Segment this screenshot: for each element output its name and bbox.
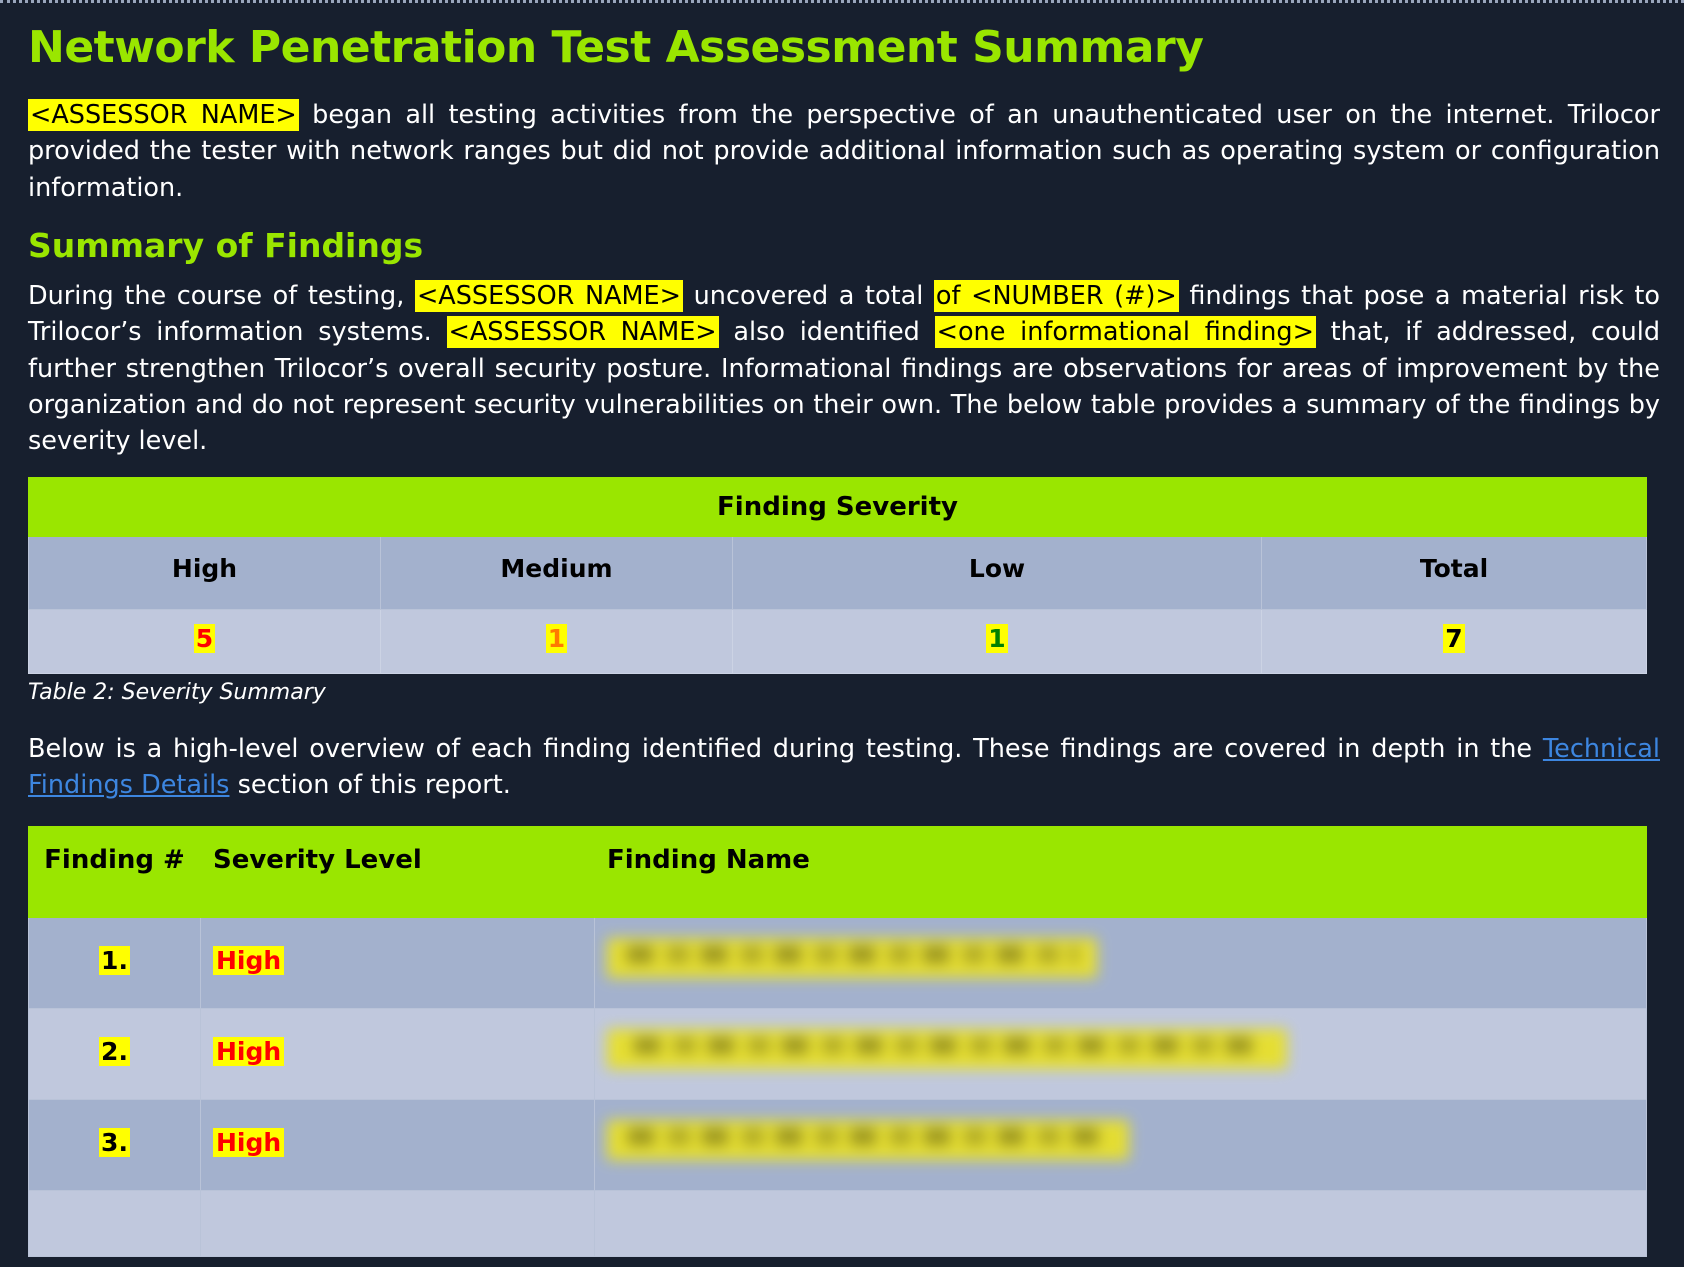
- table-row[interactable]: 2. High: [28, 1007, 1647, 1100]
- assessor-name-placeholder: <ASSESSOR NAME>: [28, 99, 299, 132]
- assessor-name-placeholder-3: <ASSESSOR NAME>: [446, 316, 719, 349]
- finding-name-cell: [594, 1189, 1647, 1257]
- finding-severity-cell: High: [200, 916, 595, 1009]
- severity-table-column-header-row: High Medium Low Total: [28, 536, 1647, 611]
- overview-text-1: Below is a high-level overview of each f…: [28, 734, 1543, 765]
- finding-number-cell: [28, 1189, 201, 1257]
- finding-severity-cell: High: [200, 1098, 595, 1191]
- overview-text-2: section of this report.: [229, 770, 511, 801]
- finding-name-redacted: [607, 1119, 1129, 1160]
- severity-summary-table: Finding Severity High Medium Low Total 5…: [28, 477, 1647, 675]
- finding-number: 2.: [99, 1037, 130, 1067]
- severity-column-high: High: [28, 536, 381, 611]
- findings-column-severity-level: Severity Level: [200, 825, 595, 918]
- finding-number: 3.: [99, 1128, 130, 1158]
- intro-paragraph: <ASSESSOR NAME> began all testing activi…: [28, 97, 1660, 206]
- severity-column-medium: Medium: [380, 536, 733, 611]
- severity-table-caption: Table 2: Severity Summary: [28, 680, 326, 706]
- finding-name-cell: [594, 1098, 1647, 1191]
- finding-number-cell: 2.: [28, 1007, 201, 1100]
- findings-table-body: 1. High 2. High 3. High: [28, 916, 1647, 1257]
- severity-table-values-row: 5 1 1 7: [28, 609, 1647, 675]
- number-placeholder: of <NUMBER (#)>: [933, 280, 1179, 313]
- severity-value-total: 7: [1443, 624, 1465, 654]
- severity-value-high-cell: 5: [28, 609, 381, 675]
- severity-value-medium: 1: [545, 624, 568, 654]
- finding-name-redacted: [607, 1028, 1287, 1069]
- finding-severity-badge: High: [213, 1037, 285, 1067]
- table-row[interactable]: 1. High: [28, 916, 1647, 1009]
- severity-table-group-header: Finding Severity: [28, 477, 1647, 538]
- findings-column-finding-label: Finding #: [44, 844, 185, 875]
- assessor-name-placeholder-2: <ASSESSOR NAME>: [414, 280, 684, 313]
- finding-severity-badge: High: [213, 1128, 285, 1158]
- overview-paragraph: Below is a high-level overview of each f…: [28, 731, 1660, 803]
- severity-value-low: 1: [986, 624, 1008, 654]
- findings-column-finding-name: Finding Name: [594, 825, 1647, 918]
- finding-name-redacted: [607, 937, 1097, 978]
- findings-text-2: uncovered a total: [683, 281, 934, 312]
- severity-value-high: 5: [193, 624, 216, 654]
- severity-column-low: Low: [732, 536, 1262, 611]
- finding-number-cell: 1.: [28, 916, 201, 1009]
- table-row[interactable]: 3. High: [28, 1098, 1647, 1191]
- findings-paragraph: During the course of testing, <ASSESSOR …: [28, 278, 1660, 459]
- finding-severity-cell: [200, 1189, 595, 1257]
- page-title: Network Penetration Test Assessment Summ…: [28, 22, 1204, 73]
- findings-overview-table: Finding # Severity Level Finding Name 1.…: [28, 825, 1647, 1257]
- finding-number: 1.: [99, 946, 130, 976]
- section-heading-summary-of-findings: Summary of Findings: [28, 225, 424, 265]
- finding-number-cell: 3.: [28, 1098, 201, 1191]
- severity-value-total-cell: 7: [1261, 609, 1647, 675]
- informational-finding-placeholder: <one informational finding>: [934, 316, 1316, 349]
- severity-value-low-cell: 1: [732, 609, 1262, 675]
- table-row[interactable]: [28, 1189, 1647, 1257]
- severity-value-medium-cell: 1: [380, 609, 733, 675]
- finding-name-cell: [594, 916, 1647, 1009]
- finding-name-cell: [594, 1007, 1647, 1100]
- findings-table-header-row: Finding # Severity Level Finding Name: [28, 825, 1647, 918]
- finding-severity-badge: High: [213, 946, 285, 976]
- severity-column-total: Total: [1261, 536, 1647, 611]
- findings-text-4: also identified: [718, 317, 935, 348]
- finding-severity-cell: High: [200, 1007, 595, 1100]
- findings-text-1: During the course of testing,: [28, 281, 415, 312]
- severity-table-group-header-row: Finding Severity: [28, 477, 1647, 538]
- findings-column-finding-number: Finding #: [28, 825, 201, 918]
- document-page: Network Penetration Test Assessment Summ…: [0, 22, 1684, 1257]
